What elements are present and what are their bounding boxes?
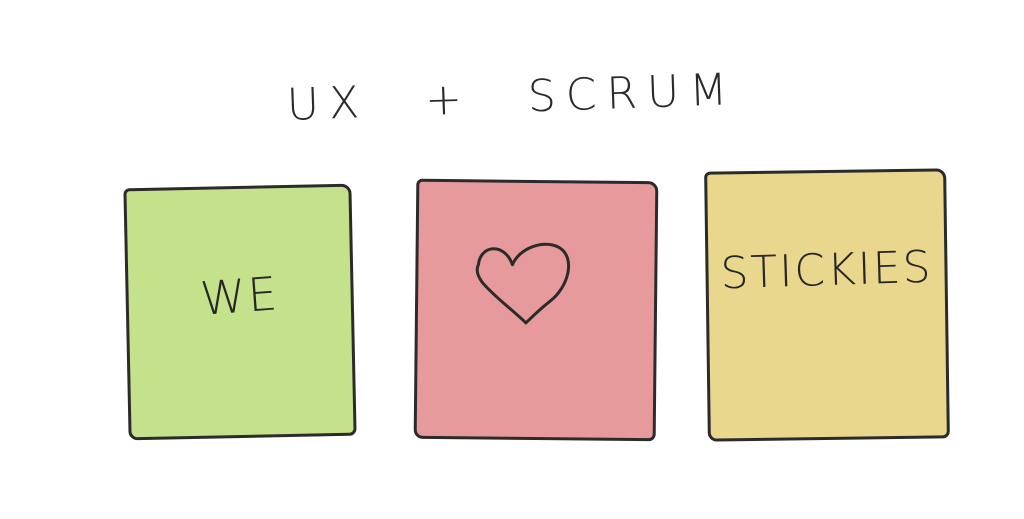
sticky-note-label: WE [198,266,281,326]
page-title: UX + SCRUM [0,54,1024,141]
sticky-note-heart [413,178,659,442]
sticky-note-label: STICKIES [719,241,934,300]
sticky-note-we: WE [123,183,357,441]
title-right: SCRUM [527,64,739,123]
title-left: UX [285,77,371,131]
title-plus: + [424,73,473,127]
sketch-illustration: UX + SCRUM WE STICKIES [0,0,1024,519]
sticky-note-stickies: STICKIES [704,168,950,442]
heart-icon [475,242,570,325]
